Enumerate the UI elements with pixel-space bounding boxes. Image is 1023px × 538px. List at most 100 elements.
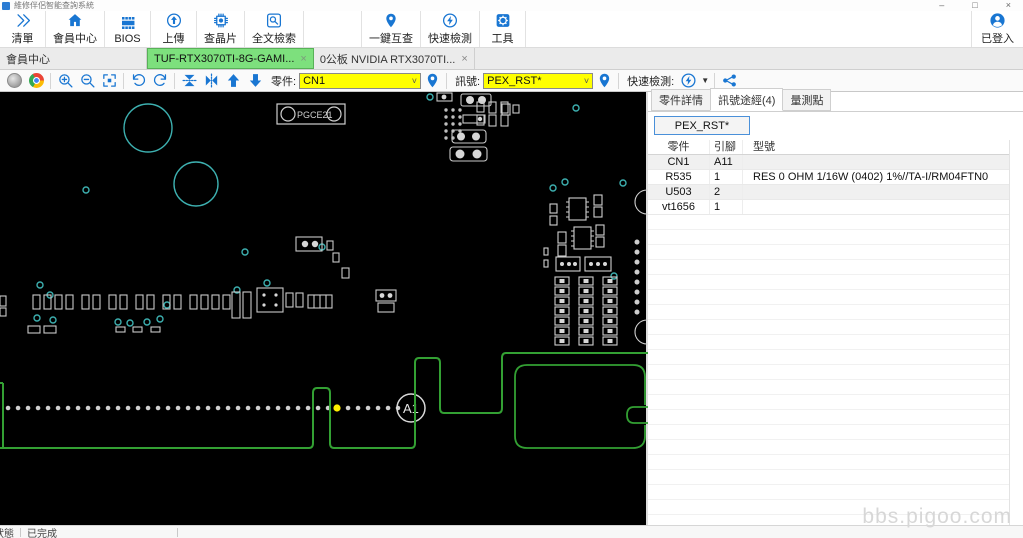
connector-outline-trace — [0, 352, 648, 449]
tab-board-nvidia[interactable]: 0公板 NVIDIA RTX3070TI... × — [314, 48, 475, 69]
top-component-cluster — [436, 92, 520, 162]
flip-vertical-button[interactable] — [178, 71, 200, 91]
tab-close-icon[interactable]: × — [300, 53, 306, 65]
part-locate-button[interactable] — [421, 71, 443, 91]
tab-board-tuf[interactable]: TUF-RTX3070TI-8G-GAMI... × — [147, 48, 314, 69]
zoom-out-button[interactable] — [76, 71, 98, 91]
detail-panel: 零件詳情 訊號途經(4) 量測點 PEX_RST* 零件 引腳 型號 CN1 A… — [648, 88, 1023, 525]
fit-screen-icon — [102, 74, 116, 87]
double-chevron-icon — [16, 14, 30, 27]
toolbar-button-label: 快速檢測 — [428, 33, 472, 45]
part-combobox-value: CN1 — [303, 74, 326, 87]
cell-model — [743, 200, 1009, 214]
tab-close-icon[interactable]: × — [461, 53, 467, 65]
toolbar-button-label: 上傳 — [162, 33, 185, 45]
cell-pin: 1 — [710, 200, 743, 214]
tab-part-details[interactable]: 零件詳情 — [651, 89, 711, 111]
table-row[interactable]: vt1656 1 — [648, 200, 1009, 215]
undo-button[interactable] — [127, 71, 149, 91]
table-row-empty — [648, 215, 1009, 230]
tab-member-center[interactable]: 會員中心 — [0, 48, 147, 69]
table-row-empty — [648, 440, 1009, 455]
column-header-model: 型號 — [753, 141, 775, 153]
zoom-in-icon — [58, 74, 73, 88]
share-nodes-icon — [722, 74, 736, 87]
tab-measure-points[interactable]: 量測點 — [782, 89, 832, 111]
zoom-in-button[interactable] — [54, 71, 76, 91]
maximize-button[interactable]: □ — [972, 1, 977, 10]
main-toolbar: 清單 會員中心 BIOS 上傳 查晶片 全文檢索 一鍵互查 快速檢測 工具 已登… — [0, 11, 1023, 48]
toolbar-button-quick-test[interactable]: 快速檢測 — [421, 11, 480, 47]
flip-horizontal-button[interactable] — [200, 71, 222, 91]
arrow-up-icon — [227, 74, 239, 87]
pcb-canvas[interactable]: PGCE21 A1 — [0, 92, 648, 525]
chrome-icon — [28, 73, 44, 88]
tab-label: 0公板 NVIDIA RTX3070TI... — [319, 53, 456, 66]
tab-signal-path[interactable]: 訊號途經(4) — [710, 88, 784, 111]
redo-button[interactable] — [149, 71, 171, 91]
table-row-empty — [648, 515, 1009, 525]
location-pin-icon — [427, 73, 437, 88]
mounting-hole — [173, 161, 219, 207]
table-row-empty — [648, 230, 1009, 245]
quick-test-label: 快速檢測: — [627, 75, 675, 88]
table-row[interactable]: U503 2 — [648, 185, 1009, 200]
separator — [123, 72, 124, 89]
table-row-empty — [648, 455, 1009, 470]
table-row-empty — [648, 320, 1009, 335]
toolbar-button-label: 會員中心 — [53, 33, 97, 45]
search-icon — [266, 13, 282, 28]
signal-net-button[interactable]: PEX_RST* — [654, 116, 750, 135]
toolbar-button-member-center[interactable]: 會員中心 — [46, 11, 105, 47]
mounting-hole — [123, 103, 173, 153]
toolbar-button-chip-lookup[interactable]: 查晶片 — [197, 11, 245, 47]
zoom-out-icon — [80, 74, 95, 88]
part-combobox[interactable]: CN1 ˅ — [299, 72, 422, 89]
tab-label: 量測點 — [790, 95, 824, 107]
login-status[interactable]: 已登入 — [971, 11, 1023, 47]
cell-model — [743, 185, 1009, 199]
toolbar-button-label: 清單 — [11, 33, 34, 45]
component-row — [0, 236, 397, 334]
toolbar-button-bios[interactable]: BIOS — [105, 11, 151, 47]
toolbar-button-upload[interactable]: 上傳 — [151, 11, 197, 47]
toolbar-button-label: 一鍵互查 — [369, 33, 413, 45]
toolbar-button-list[interactable]: 清單 — [0, 11, 46, 47]
signal-locate-button[interactable] — [593, 71, 615, 91]
minimize-button[interactable]: – — [939, 1, 944, 10]
close-button[interactable]: × — [1006, 1, 1011, 10]
signal-combobox[interactable]: PEX_RST* ˅ — [483, 72, 594, 89]
cell-part: R535 — [648, 170, 710, 184]
quick-test-button[interactable] — [677, 71, 699, 91]
window-title: 維修伴侶智能查詢系統 — [14, 1, 94, 10]
status-bar: 狀態 已完成 — [0, 525, 1023, 538]
cell-pin: 2 — [710, 185, 743, 199]
pcb-vias — [33, 93, 627, 327]
table-row[interactable]: CN1 A11 — [648, 155, 1009, 170]
highlighted-pad[interactable] — [333, 404, 341, 412]
toolbar-button-cross-lookup[interactable]: 一鍵互查 — [362, 11, 421, 47]
column-header-pin: 引腳 — [710, 140, 743, 154]
main-area: PGCE21 A1 零件詳情 訊號途經(4) 量測點 PEX_RST* 零件 引… — [0, 88, 1023, 525]
toolbar-button-fulltext-search[interactable]: 全文檢索 — [245, 11, 304, 47]
home-icon — [68, 14, 82, 27]
signal-label: 訊號: — [455, 75, 481, 88]
move-down-button[interactable] — [244, 71, 266, 91]
toolbar-button-tools[interactable]: 工具 — [480, 11, 526, 47]
table-row[interactable]: R535 1 RES 0 OHM 1/16W (0402) 1%//TA-I/R… — [648, 170, 1009, 185]
quick-test-dropdown-arrow[interactable]: ▼ — [701, 76, 709, 85]
toolbar-button-label: BIOS — [114, 32, 141, 45]
toolbar-spacer — [304, 11, 362, 47]
toolbar-button-label: 查晶片 — [204, 33, 237, 45]
fit-view-button[interactable] — [98, 71, 120, 91]
signal-combobox-value: PEX_RST* — [487, 74, 542, 87]
browser-button[interactable] — [25, 71, 47, 91]
table-row-empty — [648, 380, 1009, 395]
nav-disc-button[interactable] — [3, 71, 25, 91]
right-component-cluster — [501, 103, 648, 346]
chevron-down-icon: ˅ — [411, 75, 418, 86]
separator — [50, 72, 51, 89]
move-up-button[interactable] — [222, 71, 244, 91]
tab-label: 會員中心 — [6, 53, 50, 66]
cell-pin: A11 — [710, 155, 743, 169]
